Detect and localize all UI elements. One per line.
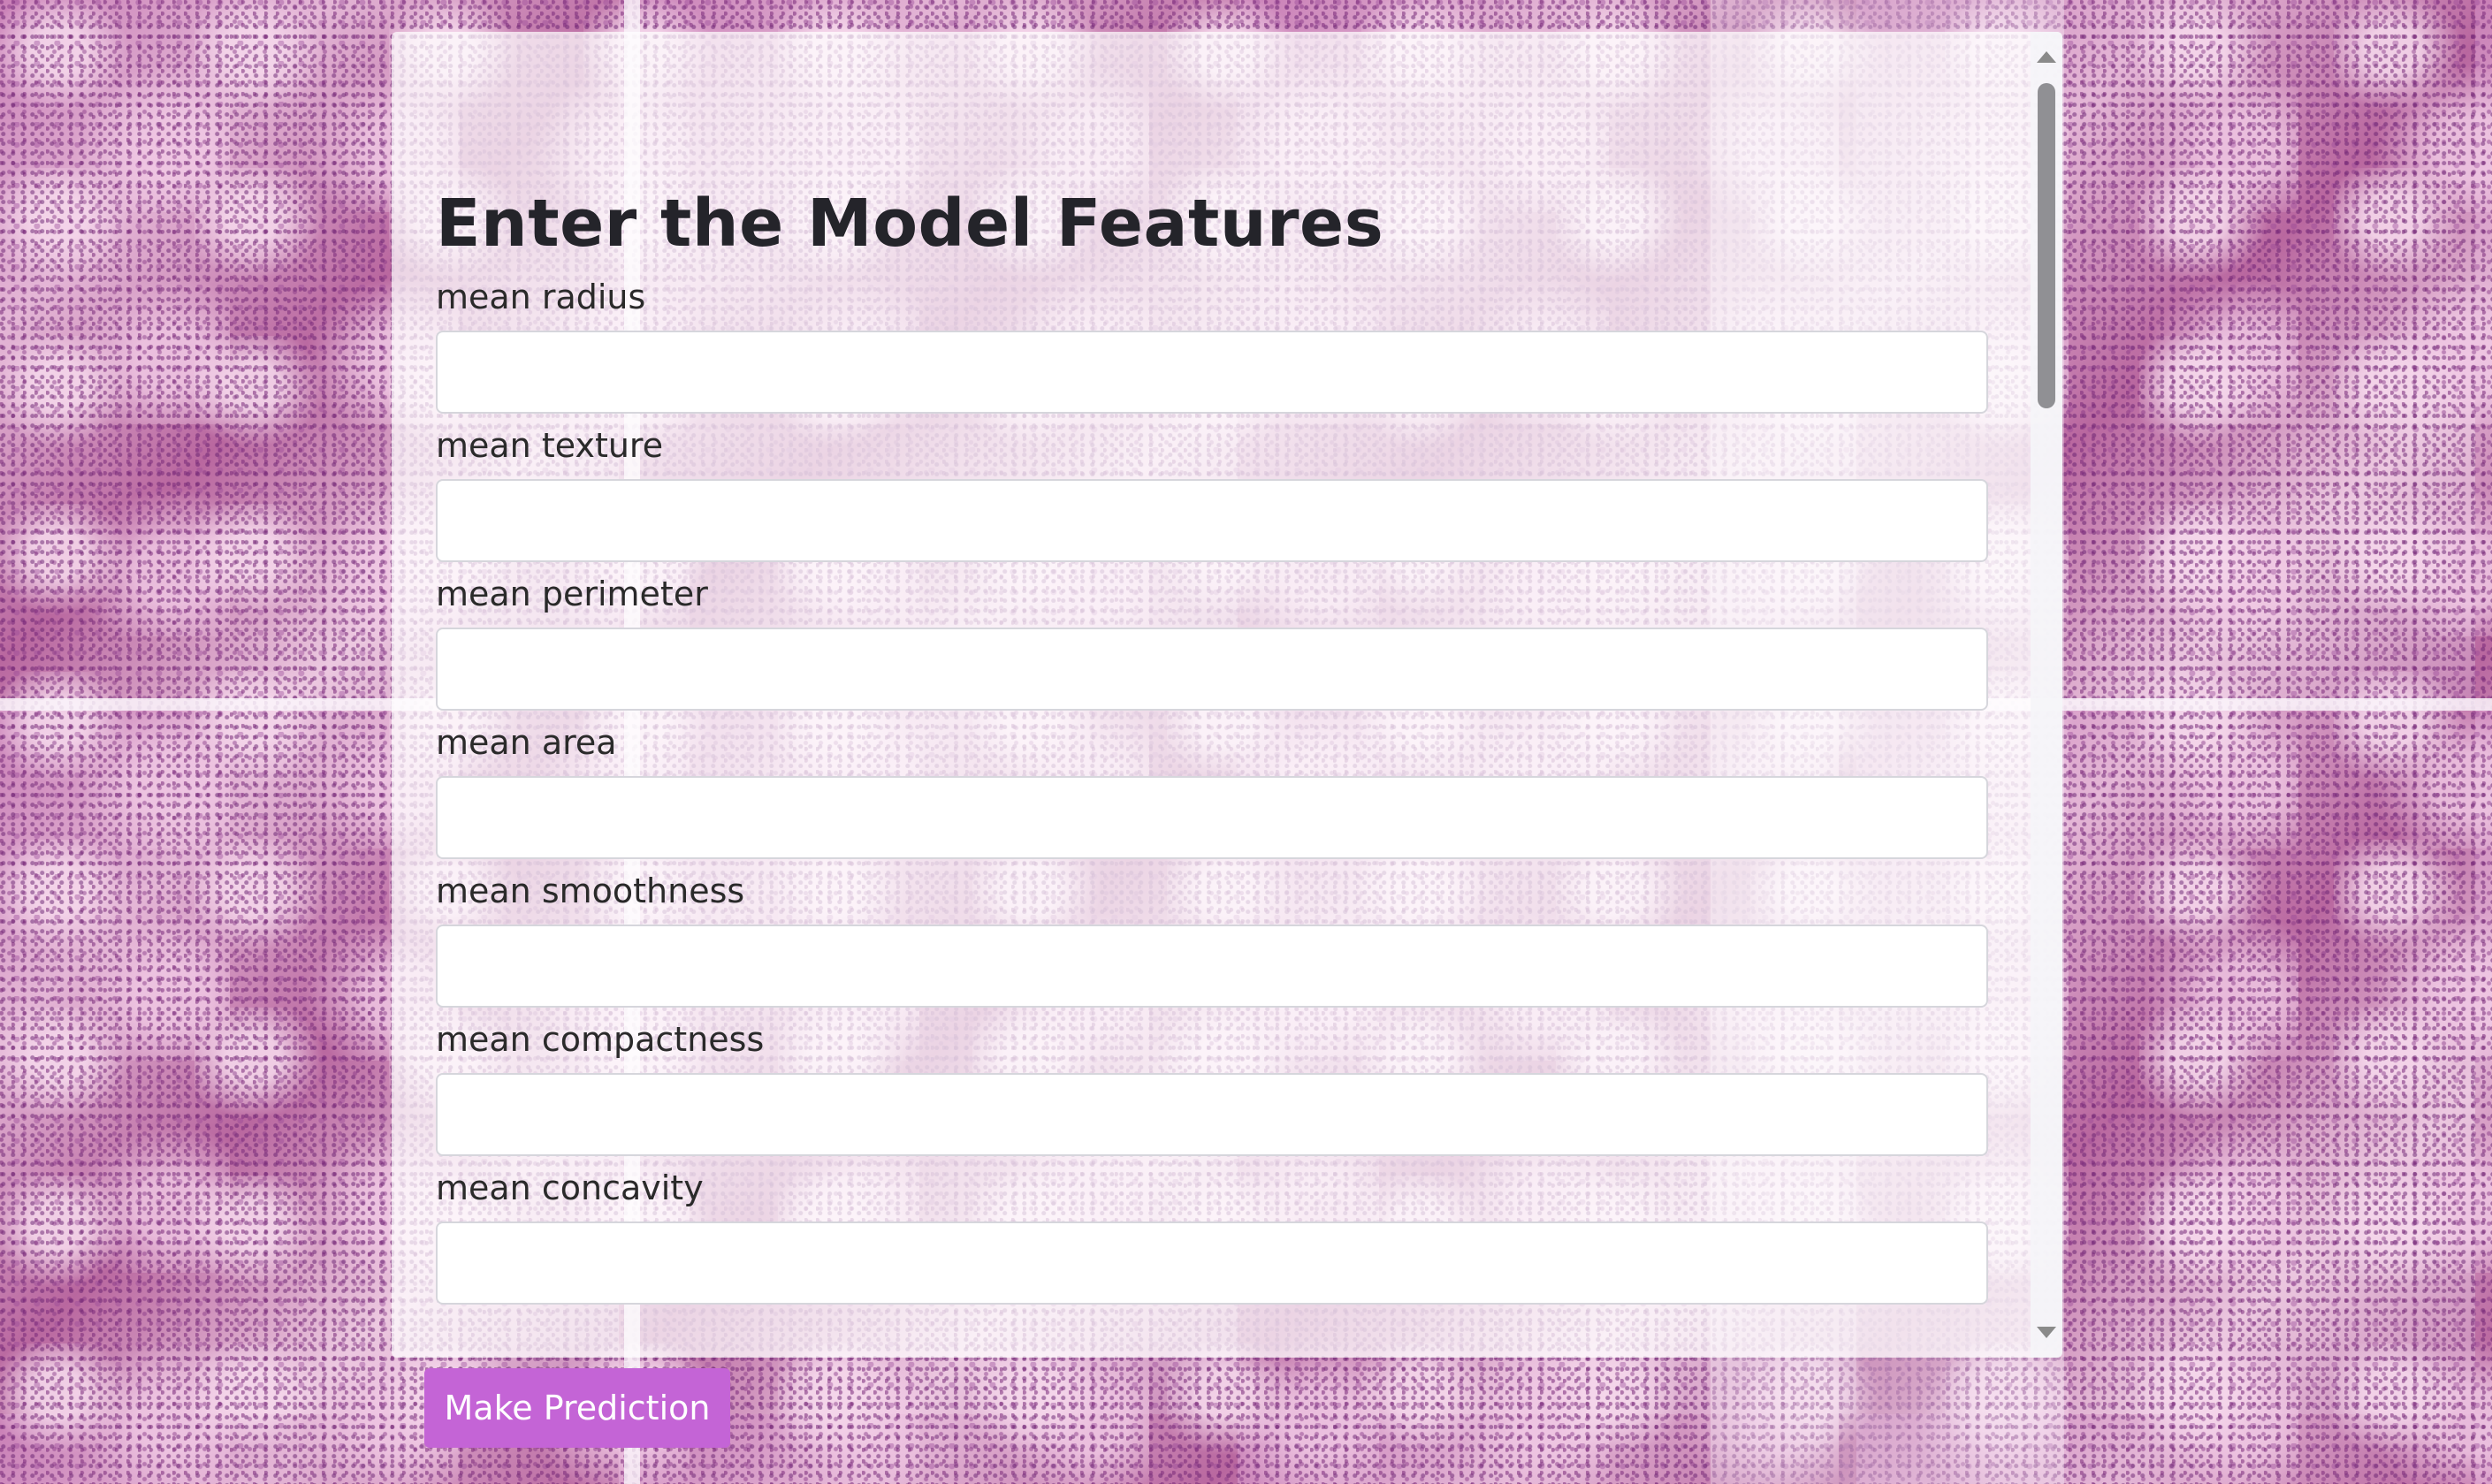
mean-perimeter-input[interactable] xyxy=(436,628,1988,711)
field-label: mean compactness xyxy=(436,1020,765,1059)
field-mean-radius: mean radius xyxy=(436,276,1988,414)
scroll-up-arrow-icon[interactable] xyxy=(2037,51,2056,63)
mean-area-input[interactable] xyxy=(436,776,1988,859)
mean-texture-input[interactable] xyxy=(436,479,1988,562)
field-mean-smoothness: mean smoothness xyxy=(436,870,1988,1008)
mean-compactness-input[interactable] xyxy=(436,1073,1988,1156)
field-label: mean smoothness xyxy=(436,871,745,910)
make-prediction-button[interactable]: Make Prediction xyxy=(424,1368,730,1448)
field-mean-concavity: mean concavity xyxy=(436,1167,1988,1305)
field-label: mean concavity xyxy=(436,1168,704,1207)
field-mean-perimeter: mean perimeter xyxy=(436,573,1988,711)
form-scrollbar[interactable] xyxy=(2031,32,2062,1358)
scroll-down-arrow-icon[interactable] xyxy=(2037,1327,2056,1338)
mean-radius-input[interactable] xyxy=(436,331,1988,414)
field-mean-area: mean area xyxy=(436,721,1988,859)
feature-form-card: Enter the Model Features mean radius mea… xyxy=(392,32,2062,1358)
field-label: mean area xyxy=(436,723,617,762)
field-mean-compactness: mean compactness xyxy=(436,1018,1988,1156)
field-label: mean perimeter xyxy=(436,575,708,613)
form-title: Enter the Model Features xyxy=(436,186,1384,262)
mean-concavity-input[interactable] xyxy=(436,1221,1988,1305)
feature-form-scroll-area[interactable]: Enter the Model Features mean radius mea… xyxy=(392,32,2031,1358)
field-label: mean texture xyxy=(436,426,664,465)
field-label: mean radius xyxy=(436,278,646,316)
field-mean-texture: mean texture xyxy=(436,424,1988,562)
mean-smoothness-input[interactable] xyxy=(436,925,1988,1008)
scrollbar-thumb[interactable] xyxy=(2038,83,2055,408)
